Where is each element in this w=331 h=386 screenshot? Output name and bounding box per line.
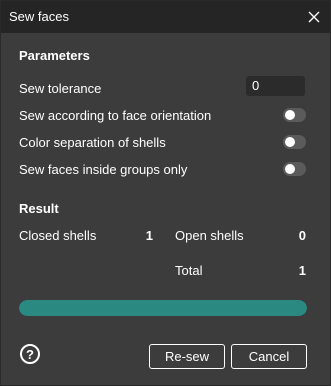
closed-shells-label: Closed shells bbox=[19, 228, 97, 243]
resew-button[interactable]: Re-sew bbox=[149, 344, 225, 369]
close-button[interactable] bbox=[304, 7, 324, 27]
parameters-heading: Parameters bbox=[19, 48, 90, 63]
groups-only-toggle[interactable] bbox=[283, 162, 306, 176]
closed-shells-value: 1 bbox=[145, 228, 153, 243]
face-orientation-toggle[interactable] bbox=[283, 108, 306, 122]
open-shells-value: 0 bbox=[298, 228, 306, 243]
help-button[interactable]: ? bbox=[20, 344, 40, 364]
total-value: 1 bbox=[298, 263, 306, 278]
open-shells-label: Open shells bbox=[175, 228, 244, 243]
result-heading: Result bbox=[19, 201, 59, 216]
progress-bar bbox=[19, 300, 307, 316]
toggle-knob bbox=[285, 164, 295, 174]
groups-only-label: Sew faces inside groups only bbox=[19, 162, 188, 177]
close-icon bbox=[308, 11, 320, 23]
progress-fill bbox=[19, 300, 307, 316]
color-separation-toggle[interactable] bbox=[283, 135, 306, 149]
sew-tolerance-label: Sew tolerance bbox=[19, 81, 102, 96]
color-separation-label: Color separation of shells bbox=[19, 135, 166, 150]
toggle-knob bbox=[285, 110, 295, 120]
toggle-knob bbox=[285, 137, 295, 147]
title-bar: Sew faces bbox=[1, 1, 330, 33]
sew-tolerance-input[interactable]: 0 bbox=[246, 76, 305, 96]
total-label: Total bbox=[175, 263, 203, 278]
cancel-button[interactable]: Cancel bbox=[231, 344, 307, 369]
sew-faces-dialog: Sew faces Parameters Sew tolerance 0 Sew… bbox=[0, 0, 331, 386]
dialog-title: Sew faces bbox=[9, 9, 69, 24]
face-orientation-label: Sew according to face orientation bbox=[19, 108, 212, 123]
